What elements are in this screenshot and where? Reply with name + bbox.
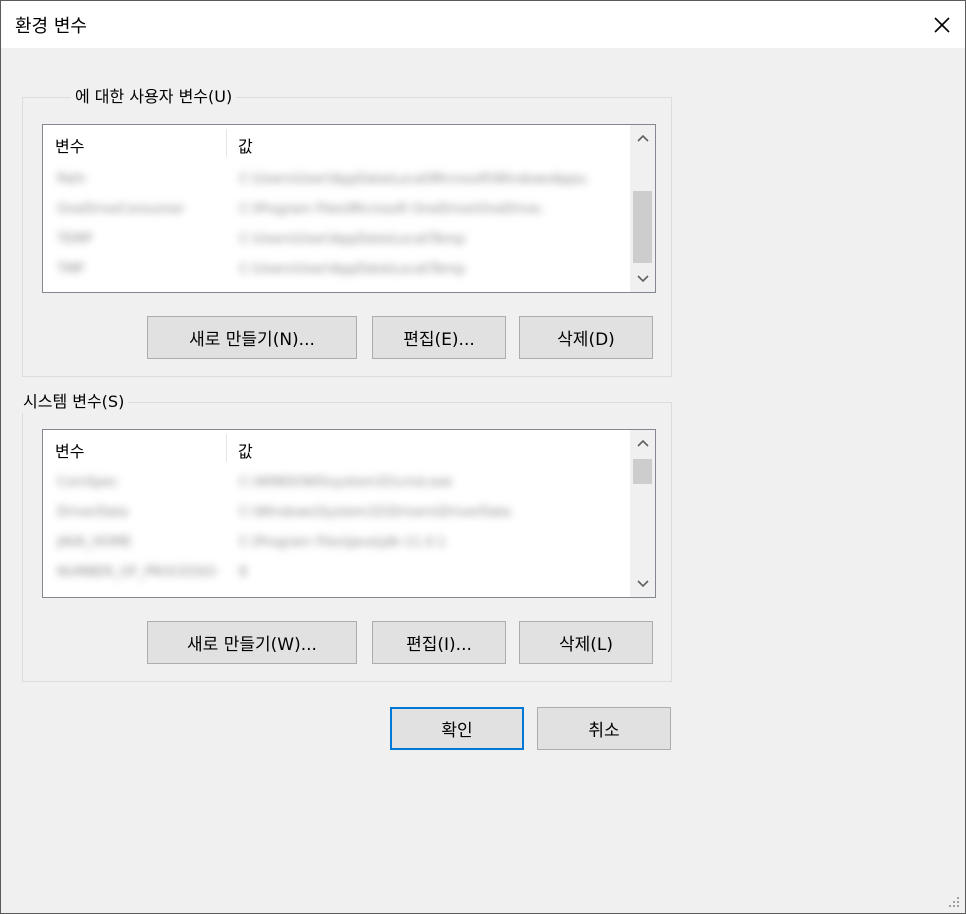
list-item[interactable]: Path C:\Users\User\AppData\Local\Microso… (43, 167, 623, 197)
list-item[interactable]: OneDriveConsumer C:\Program Files\Micros… (43, 197, 623, 227)
system-new-button[interactable]: 새로 만들기(W)... (147, 621, 357, 664)
user-edit-button[interactable]: 편집(E)... (372, 316, 506, 359)
user-variables-legend: 에 대한 사용자 변수(U) (71, 86, 237, 108)
vertical-scrollbar[interactable] (630, 430, 655, 597)
variable-name: NUMBER_OF_PROCESSORS (57, 565, 217, 580)
list-header: 변수 값 (43, 125, 655, 159)
system-variables-list[interactable]: 변수 값 ComSpec C:\WINDOWS\system32\cmd.exe… (42, 429, 656, 598)
cancel-button[interactable]: 취소 (537, 707, 671, 750)
scroll-thumb[interactable] (633, 191, 652, 263)
close-icon (934, 16, 950, 33)
chevron-up-icon (636, 134, 649, 142)
list-header: 변수 값 (43, 430, 655, 464)
variable-name: JAVA_HOME (57, 535, 132, 550)
list-item[interactable]: NUMBER_OF_PROCESSORS 8 (43, 560, 623, 590)
column-header-value[interactable]: 값 (238, 133, 253, 157)
variable-value: 8 (239, 565, 248, 580)
column-header-value[interactable]: 값 (238, 438, 253, 462)
resize-grip-icon[interactable] (947, 895, 961, 909)
scroll-down-button[interactable] (630, 571, 655, 597)
environment-variables-dialog: 환경 변수 에 대한 사용자 변수(U) 변수 값 Path C:\Users\… (0, 0, 966, 914)
variable-value: C:\WINDOWS\system32\cmd.exe (239, 475, 453, 490)
variable-value: C:\Program Files\Java\jdk-11.0.1 (239, 535, 446, 550)
vertical-scrollbar[interactable] (630, 125, 655, 292)
user-variables-group: 에 대한 사용자 변수(U) 변수 값 Path C:\Users\User\A… (22, 86, 672, 377)
scroll-up-button[interactable] (630, 125, 655, 151)
variable-name: DriverData (57, 505, 129, 520)
user-variables-list[interactable]: 변수 값 Path C:\Users\User\AppData\Local\Mi… (42, 124, 656, 293)
list-item[interactable]: JAVA_HOME C:\Program Files\Java\jdk-11.0… (43, 530, 623, 560)
system-edit-button[interactable]: 편집(I)... (372, 621, 506, 664)
variable-value: C:\Users\User\AppData\Local\Temp (239, 232, 466, 247)
list-item[interactable]: ComSpec C:\WINDOWS\system32\cmd.exe (43, 470, 623, 500)
list-item[interactable]: DriverData C:\Windows\System32\Drivers\D… (43, 500, 623, 530)
system-variables-legend: 시스템 변수(S) (22, 391, 129, 413)
system-delete-button[interactable]: 삭제(L) (519, 621, 653, 664)
scroll-up-button[interactable] (630, 430, 655, 456)
close-button[interactable] (919, 1, 965, 48)
column-header-name[interactable]: 변수 (55, 133, 84, 157)
column-separator (226, 434, 227, 462)
list-item[interactable]: TMP C:\Users\User\AppData\Local\Temp (43, 257, 623, 287)
variable-value: C:\Users\User\AppData\Local\Microsoft\Wi… (239, 172, 589, 187)
user-delete-button[interactable]: 삭제(D) (519, 316, 653, 359)
title-bar: 환경 변수 (1, 1, 965, 48)
user-new-button[interactable]: 새로 만들기(N)... (147, 316, 357, 359)
chevron-down-icon (636, 580, 649, 588)
chevron-up-icon (636, 439, 649, 447)
column-header-name[interactable]: 변수 (55, 438, 84, 462)
variable-name: Path (57, 172, 86, 187)
scroll-down-button[interactable] (630, 266, 655, 292)
variable-name: TEMP (57, 232, 93, 247)
chevron-down-icon (636, 275, 649, 283)
variable-value: C:\Users\User\AppData\Local\Temp (239, 262, 466, 277)
variable-value: C:\Windows\System32\Drivers\DriverData (239, 505, 511, 520)
list-item[interactable]: TEMP C:\Users\User\AppData\Local\Temp (43, 227, 623, 257)
scroll-thumb[interactable] (633, 459, 652, 484)
ok-button[interactable]: 확인 (390, 707, 524, 750)
variable-name: TMP (57, 262, 84, 277)
column-separator (226, 129, 227, 157)
window-title: 환경 변수 (15, 16, 87, 37)
variable-name: OneDriveConsumer (57, 202, 185, 217)
system-variables-group: 시스템 변수(S) 변수 값 ComSpec C:\WINDOWS\system… (22, 391, 672, 682)
variable-name: ComSpec (57, 475, 119, 490)
variable-value: C:\Program Files\Microsoft OneDrive\OneD… (239, 202, 544, 217)
